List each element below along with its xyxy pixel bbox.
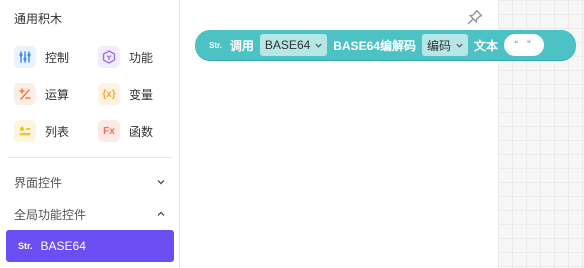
mode-dropdown[interactable]: 编码	[422, 34, 469, 56]
category-function[interactable]: 功能	[98, 45, 153, 69]
list-icon	[14, 120, 36, 142]
mode-dropdown-value: 编码	[427, 38, 452, 53]
string-icon: Str.	[18, 241, 33, 251]
section-title: 通用积木	[14, 12, 63, 26]
divider	[8, 157, 172, 158]
function-icon: Fx	[98, 120, 120, 142]
category-list[interactable]: 列表	[14, 119, 69, 143]
pin-icon[interactable]	[466, 8, 484, 26]
group-label: 界面控件	[14, 175, 63, 190]
hexagon-icon	[98, 46, 120, 68]
module-dropdown[interactable]: BASE64	[259, 34, 328, 56]
group-global-controls[interactable]: 全局功能控件	[14, 204, 166, 224]
block-palette: 通用积木 控制 功能 运算 {x} 变量 列表 Fx 函数 界面控件 全局功能控…	[0, 0, 180, 268]
category-function-def[interactable]: Fx 函数	[98, 119, 153, 143]
chevron-down-icon	[456, 43, 463, 48]
category-label: 运算	[45, 87, 70, 102]
sliders-icon	[14, 46, 36, 68]
chevron-down-icon	[157, 180, 165, 185]
category-control[interactable]: 控制	[14, 45, 69, 69]
base64-block[interactable]: Str. 调用 BASE64 BASE64编解码 编码 文本 “ ”	[195, 30, 576, 60]
string-icon: Str.	[209, 40, 222, 50]
block-text-operation: BASE64编解码	[333, 38, 416, 53]
category-label: 变量	[129, 87, 154, 102]
category-label: 列表	[45, 124, 70, 139]
category-operator[interactable]: 运算	[14, 82, 69, 106]
category-label: 控制	[45, 50, 70, 65]
block-text-call: 调用	[229, 38, 254, 53]
group-ui-controls[interactable]: 界面控件	[14, 172, 166, 192]
group-label: 全局功能控件	[14, 207, 87, 222]
string-input[interactable]: “ ”	[504, 34, 545, 56]
category-label: 函数	[129, 124, 154, 139]
block-text-label: 文本	[474, 38, 499, 53]
variable-icon: {x}	[98, 83, 120, 105]
palette-item-base64[interactable]: Str. BASE64	[6, 230, 174, 262]
chevron-up-icon	[157, 211, 165, 216]
plus-minus-icon	[14, 83, 36, 105]
chevron-down-icon	[315, 43, 322, 48]
module-dropdown-value: BASE64	[264, 38, 311, 52]
palette-item-label: BASE64	[40, 239, 86, 253]
category-label: 功能	[129, 50, 154, 65]
category-variable[interactable]: {x} 变量	[98, 82, 153, 106]
